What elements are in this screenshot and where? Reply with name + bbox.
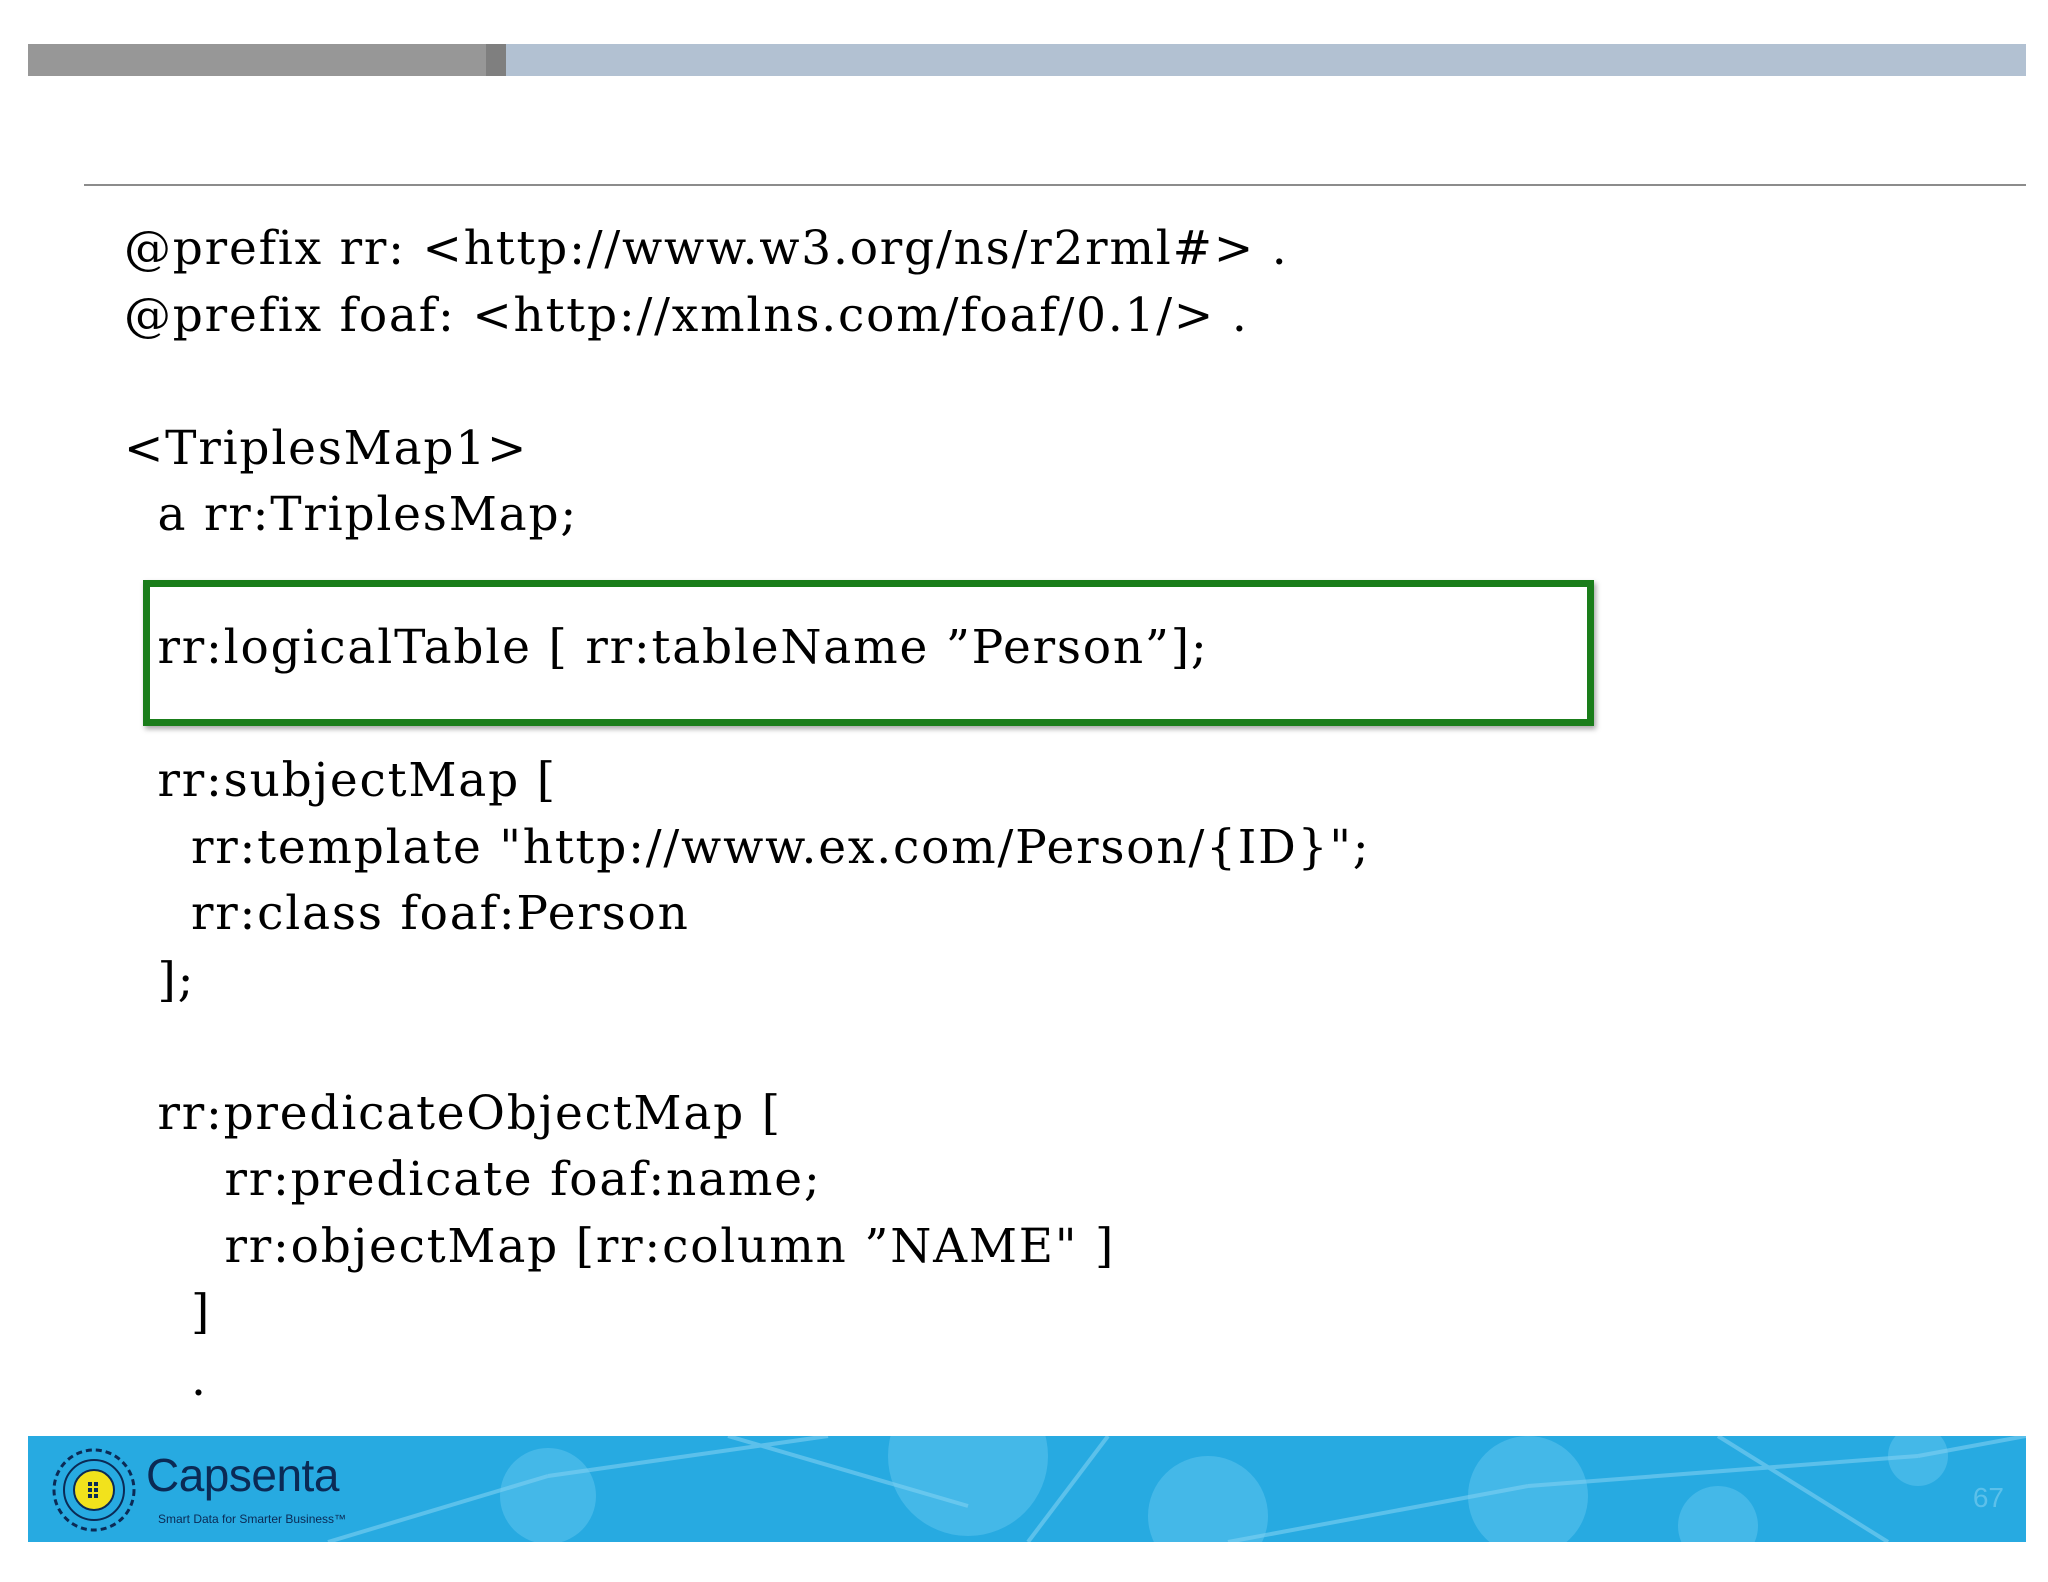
code-line: rr:predicate foaf:name;	[124, 1152, 822, 1207]
header-rule	[84, 184, 2026, 186]
code-line: <TriplesMap1>	[124, 420, 529, 476]
logical-table-highlight-box	[143, 580, 1594, 726]
code-line: a rr:TriplesMap;	[124, 487, 578, 542]
title-bar-divider	[486, 44, 506, 76]
top-title-bar	[28, 44, 2026, 76]
footer-banner: Capsenta Smart Data for Smarter Business…	[28, 1436, 2026, 1542]
brand-tagline: Smart Data for Smarter Business™	[158, 1512, 347, 1526]
code-line: @prefix rr: <http://www.w3.org/ns/r2rml#…	[124, 221, 1289, 276]
code-line: @prefix foaf: <http://xmlns.com/foaf/0.1…	[124, 287, 1249, 343]
page-number: 67	[1972, 1482, 2004, 1513]
code-line: rr:class foaf:Person	[124, 886, 690, 941]
brand-name: Capsenta	[146, 1449, 339, 1501]
capsenta-logo-icon	[52, 1448, 136, 1532]
code-line: .	[124, 1351, 208, 1407]
title-bar-accent	[28, 44, 486, 76]
code-line: rr:template "http://www.ex.com/Person/{I…	[124, 819, 1371, 875]
code-block: @prefix rr: <http://www.w3.org/ns/r2rml#…	[124, 216, 1370, 1413]
code-line: rr:subjectMap [	[124, 753, 557, 808]
code-line: ];	[124, 952, 196, 1008]
code-line: rr:predicateObjectMap [	[124, 1085, 782, 1141]
code-line: rr:objectMap [rr:column ”NAME" ]	[124, 1218, 1116, 1274]
code-line: ]	[124, 1285, 212, 1340]
